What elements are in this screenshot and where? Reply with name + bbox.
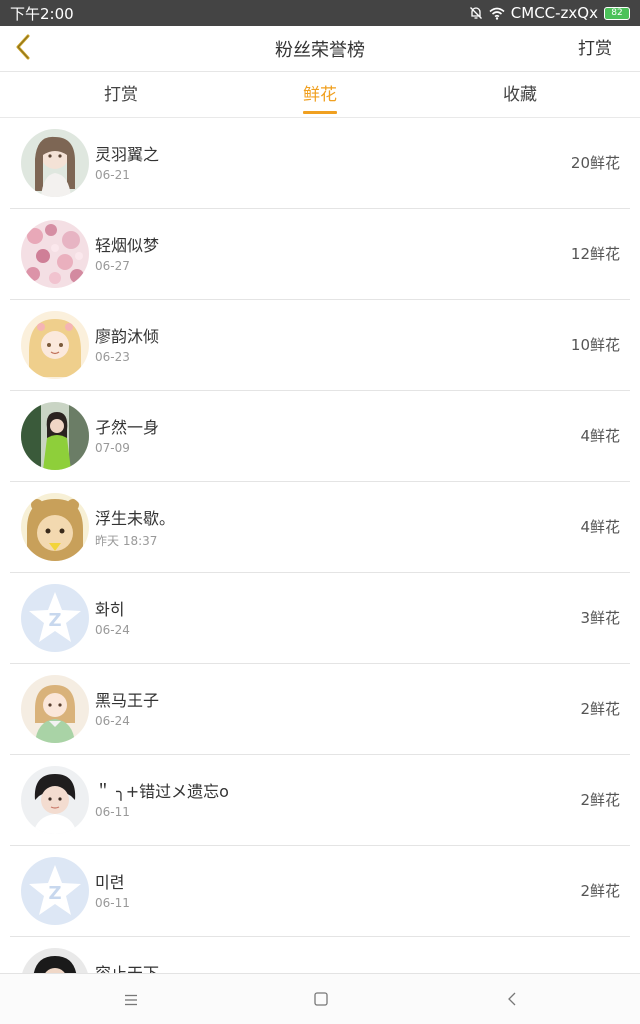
avatar (21, 766, 89, 834)
list-item[interactable]: Z 미련 06-11 2鲜花 (10, 846, 630, 937)
avatar (21, 675, 89, 743)
fan-date: 06-24 (95, 714, 130, 728)
menu-icon (124, 991, 138, 1010)
tab-favorites[interactable]: 收藏 (480, 72, 560, 118)
menu-button[interactable] (117, 986, 145, 1014)
fan-date: 06-23 (95, 350, 130, 364)
list-item[interactable]: 廖韵沐倾 06-23 10鲜花 (10, 300, 630, 391)
tab-label: 打赏 (104, 85, 138, 105)
fan-name: ＂ ╮+错过メ遗忘o (95, 782, 229, 801)
fan-name: 灵羽翼之 (95, 145, 160, 164)
reward-button[interactable]: 打赏 (578, 26, 612, 72)
fan-date: 06-24 (95, 623, 130, 637)
tab-label: 鲜花 (303, 85, 337, 105)
fan-date: 06-11 (95, 896, 130, 910)
fan-name: 미련 (95, 873, 125, 892)
carrier-label: CMCC-zxQx (510, 4, 598, 22)
flower-count: 3鲜花 (580, 609, 620, 627)
status-bar: 下午2:00 CMCC-zxQx 82 (0, 0, 640, 26)
tab-reward[interactable]: 打赏 (81, 72, 161, 118)
list-item[interactable]: Z 화히 06-24 3鲜花 (10, 573, 630, 664)
fan-date: 06-27 (95, 259, 130, 273)
fan-name: 화히 (95, 600, 125, 619)
list-item[interactable]: 孑然一身 07-09 4鲜花 (10, 391, 630, 482)
list-item[interactable]: ＂ ╮+错过メ遗忘o 06-11 2鲜花 (10, 755, 630, 846)
list-item[interactable]: 浮生未歇。 昨天 18:37 4鲜花 (10, 482, 630, 573)
flower-count: 4鲜花 (580, 427, 620, 445)
fan-name: 容止天下 (95, 960, 159, 973)
svg-text:Z: Z (48, 883, 61, 904)
battery-icon: 82 (604, 6, 630, 20)
avatar (21, 311, 89, 379)
fan-name: 轻烟似梦 (95, 236, 160, 255)
fan-name: 浮生未歇。 (95, 509, 176, 528)
fan-date: 昨天 18:37 (95, 534, 158, 548)
avatar (21, 493, 89, 561)
avatar (21, 220, 89, 288)
tab-flowers[interactable]: 鲜花 (280, 72, 360, 118)
chevron-left-icon (15, 34, 31, 64)
status-time: 下午2:00 (10, 4, 74, 23)
flower-count: 20鲜花 (570, 154, 620, 172)
fan-date: 06-11 (95, 805, 130, 819)
flower-count: 4鲜花 (580, 518, 620, 536)
avatar (21, 948, 89, 973)
page-title: 粉丝荣誉榜 (275, 39, 365, 61)
avatar (21, 402, 89, 470)
fan-date: 06-21 (95, 168, 130, 182)
system-nav-bar (0, 973, 640, 1024)
back-button[interactable] (8, 32, 38, 66)
flower-count: 2鲜花 (580, 882, 620, 900)
fan-date: 07-09 (95, 441, 130, 455)
flower-count: 12鲜花 (570, 245, 620, 263)
list-item[interactable]: 容止天下 (10, 937, 630, 973)
status-icons: CMCC-zxQx 82 (469, 4, 630, 22)
fan-name: 廖韵沐倾 (95, 327, 160, 346)
list-item[interactable]: 轻烟似梦 06-27 12鲜花 (10, 209, 630, 300)
fan-list: 灵羽翼之 06-21 20鲜花 轻烟似梦 06-27 12鲜花 廖韵沐倾 06-… (0, 118, 640, 973)
mute-bell-icon (469, 6, 483, 20)
home-square-icon (314, 991, 328, 1010)
system-back-button[interactable] (498, 986, 526, 1014)
tab-bar: 打赏 鲜花 收藏 (0, 72, 640, 118)
home-button[interactable] (307, 986, 335, 1014)
active-tab-indicator (303, 111, 337, 114)
list-item[interactable]: 黑马王子 06-24 2鲜花 (10, 664, 630, 755)
fan-name: 孑然一身 (95, 418, 160, 437)
tab-label: 收藏 (503, 85, 537, 105)
avatar (21, 129, 89, 197)
flower-count: 10鲜花 (570, 336, 620, 354)
fan-name: 黑马王子 (95, 691, 160, 710)
back-triangle-icon (507, 991, 517, 1010)
list-item[interactable]: 灵羽翼之 06-21 20鲜花 (10, 118, 630, 209)
default-avatar-icon: Z (21, 584, 89, 652)
flower-count: 2鲜花 (580, 700, 620, 718)
flower-count: 2鲜花 (580, 791, 620, 809)
svg-text:Z: Z (48, 610, 61, 631)
wifi-icon (489, 7, 505, 20)
default-avatar-icon: Z (21, 857, 89, 925)
nav-bar: 粉丝荣誉榜 打赏 (0, 26, 640, 72)
